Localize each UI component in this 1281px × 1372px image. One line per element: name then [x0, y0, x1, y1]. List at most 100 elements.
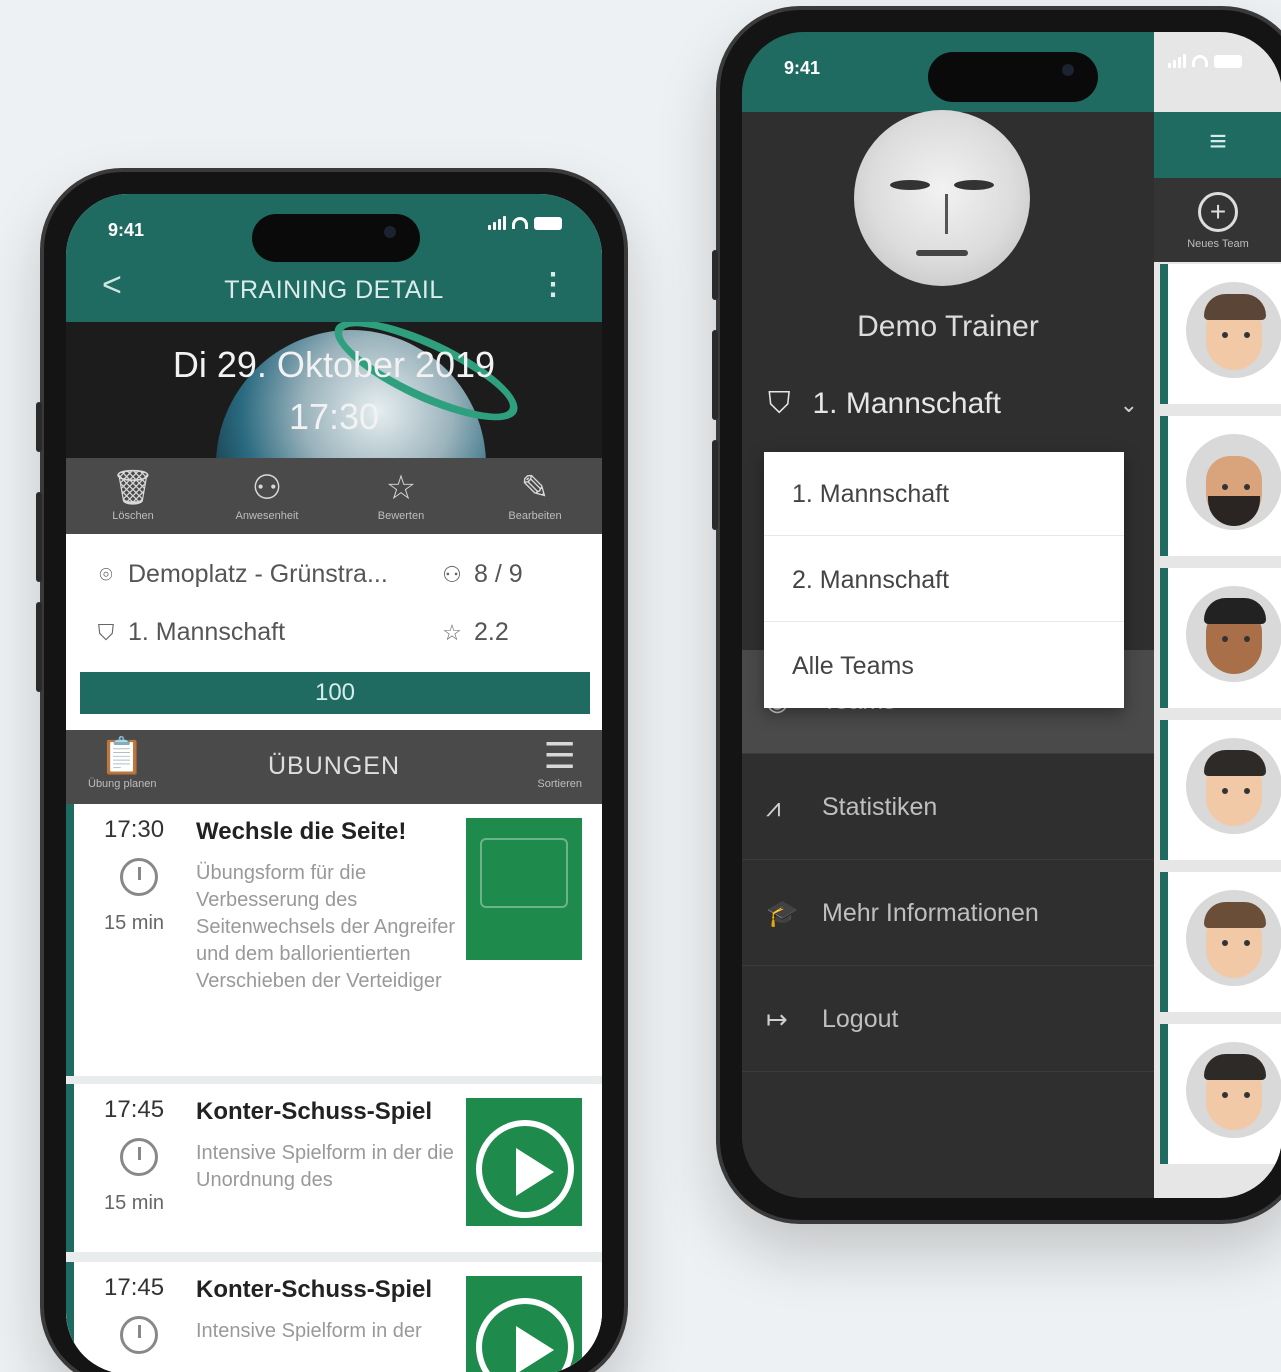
menu-item-logout[interactable]: ↦ Logout: [742, 968, 1154, 1072]
exercise-card[interactable]: 17:45 15 min Konter-Schuss-Spiel Intensi…: [66, 1084, 602, 1252]
hamburger-icon: ≡: [1209, 125, 1227, 158]
wifi-icon: [1192, 55, 1208, 67]
exercise-thumbnail[interactable]: [466, 1276, 582, 1372]
progress-bar: 100: [80, 672, 590, 714]
team-member-card[interactable]: [1160, 872, 1281, 1012]
exercise-thumbnail[interactable]: [466, 818, 582, 960]
hamburger-menu-button[interactable]: ≡: [1154, 112, 1281, 178]
team-list-panel: ≡ + Neues Team: [1154, 32, 1281, 1198]
team-member-card[interactable]: [1160, 720, 1281, 860]
signal-icon: [488, 216, 506, 230]
exercises-title: ÜBUNGEN: [267, 752, 400, 780]
training-header: Di 29. Oktober 2019 17:30: [66, 322, 602, 458]
exercise-name: Wechsle die Seite!: [196, 818, 407, 845]
exercise-name: Konter-Schuss-Spiel: [196, 1276, 433, 1303]
action-toolbar: 🗑 Löschen ⚇ Anwesenheit ☆ Bewerten ✎ Bea…: [66, 458, 602, 534]
attendance-button[interactable]: ⚇ Anwesenheit: [200, 458, 334, 534]
chevron-down-icon: ⌄: [1119, 392, 1138, 417]
page-title: TRAINING DETAIL: [224, 276, 444, 304]
delete-button[interactable]: 🗑 Löschen: [66, 458, 200, 534]
clock-icon: [120, 1138, 158, 1176]
attendance-row: ⚇ 8 / 9: [438, 560, 523, 589]
team-member-card[interactable]: [1160, 1024, 1281, 1164]
team-selector[interactable]: ⛉ 1. Mannschaft ⌄: [768, 384, 1138, 424]
more-menu-button[interactable]: ⋮: [538, 270, 568, 300]
exercise-time: 17:30: [104, 816, 165, 843]
exercise-card[interactable]: 17:45 Konter-Schuss-Spiel Intensive Spie…: [66, 1262, 602, 1372]
exercise-duration: 15 min: [104, 1192, 165, 1214]
status-indicators: [1168, 54, 1242, 68]
exercise-duration: 15 min: [104, 912, 165, 934]
attendance-icon: ⚇: [442, 561, 462, 587]
trash-icon: 🗑: [111, 469, 155, 507]
location-pin-icon: ⌾: [99, 561, 113, 587]
exercise-card[interactable]: 17:30 15 min Wechsle die Seite! Übungsfo…: [66, 804, 602, 1076]
avatar: [1186, 586, 1281, 682]
exercises-header: 📋 Übung planen ÜBUNGEN ☰ Sortieren: [66, 730, 602, 804]
exercise-time: 17:45: [104, 1274, 165, 1301]
status-indicators: [488, 216, 562, 230]
plus-icon: +: [1198, 192, 1238, 232]
battery-icon: [1214, 54, 1242, 68]
exercise-description: Intensive Spielform in der die Unordnung…: [196, 1142, 454, 1191]
exercise-list: 17:30 15 min Wechsle die Seite! Übungsfo…: [66, 804, 602, 1372]
star-icon: ☆: [442, 619, 462, 645]
avatar: [1186, 434, 1281, 530]
phone-navigation-drawer: ≡ + Neues Team Demo Trainer ⛉ 1. Mannsch…: [712, 6, 1281, 1224]
avatar: [1186, 738, 1281, 834]
statistics-icon: ⩘: [766, 791, 781, 822]
trainer-avatar[interactable]: [854, 110, 1030, 286]
play-icon[interactable]: [476, 1298, 574, 1372]
clock-icon: [120, 858, 158, 896]
training-date: Di 29. Oktober 2019: [172, 344, 496, 385]
dropdown-option[interactable]: 1. Mannschaft: [764, 452, 1124, 536]
rating-row: ☆ 2.2: [438, 618, 509, 647]
team-member-card[interactable]: [1160, 264, 1281, 404]
dropdown-option[interactable]: 2. Mannschaft: [764, 538, 1124, 622]
dynamic-island: [928, 52, 1098, 102]
training-info: ⌾ Demoplatz - Grünstra... ⚇ 8 / 9 ⛉ 1. M…: [66, 534, 602, 730]
avatar: [1186, 282, 1281, 378]
side-button: [36, 402, 42, 452]
status-time: 9:41: [108, 220, 145, 240]
side-button: [712, 330, 718, 420]
avatar: [1186, 1042, 1281, 1138]
team-name: 1. Mannschaft: [128, 618, 286, 646]
signal-icon: [1168, 54, 1186, 68]
phone-training-detail: 9:41 < TRAINING DETAIL ⋮ Di 29. Oktober …: [36, 168, 628, 1372]
side-button: [712, 250, 718, 300]
selected-team: 1. Mannschaft: [812, 387, 1001, 420]
shield-icon: ⛉: [768, 387, 791, 420]
exercise-thumbnail[interactable]: [466, 1098, 582, 1226]
exercise-description: Intensive Spielform in der: [196, 1320, 422, 1342]
rate-button[interactable]: ☆ Bewerten: [334, 458, 468, 534]
new-team-button[interactable]: + Neues Team: [1154, 178, 1281, 262]
avatar: [1186, 890, 1281, 986]
trainer-name: Demo Trainer: [857, 310, 1039, 343]
menu-item-statistics[interactable]: ⩘ Statistiken: [742, 756, 1154, 860]
shield-icon: ⛉: [97, 619, 115, 645]
location-row: ⌾ Demoplatz - Grünstra...: [92, 560, 388, 589]
team-member-card[interactable]: [1160, 416, 1281, 556]
side-button: [712, 440, 718, 530]
navigation-drawer: Demo Trainer ⛉ 1. Mannschaft ⌄ ◉ Teams ⩘…: [742, 32, 1154, 1198]
app-bar: 9:41 < TRAINING DETAIL ⋮: [66, 194, 602, 322]
dropdown-option[interactable]: Alle Teams: [764, 624, 1124, 708]
location-text: Demoplatz - Grünstra...: [128, 560, 388, 588]
edit-button[interactable]: ✎ Bearbeiten: [468, 458, 602, 534]
status-time: 9:41: [784, 58, 821, 78]
battery-icon: [534, 216, 562, 230]
attendance-count: 8 / 9: [474, 560, 523, 588]
exercise-name: Konter-Schuss-Spiel: [196, 1098, 433, 1125]
star-icon: ☆: [385, 469, 417, 507]
play-icon[interactable]: [476, 1120, 574, 1218]
team-row: ⛉ 1. Mannschaft: [92, 618, 285, 647]
sort-button[interactable]: ☰ Sortieren: [537, 734, 582, 790]
team-member-card[interactable]: [1160, 568, 1281, 708]
menu-item-more-info[interactable]: 🎓 Mehr Informationen: [742, 862, 1154, 966]
wifi-icon: [512, 217, 528, 229]
side-button: [36, 492, 42, 582]
screen: ≡ + Neues Team Demo Trainer ⛉ 1. Mannsch…: [742, 32, 1281, 1198]
logout-icon: ↦: [766, 1004, 788, 1034]
side-button: [36, 602, 42, 692]
